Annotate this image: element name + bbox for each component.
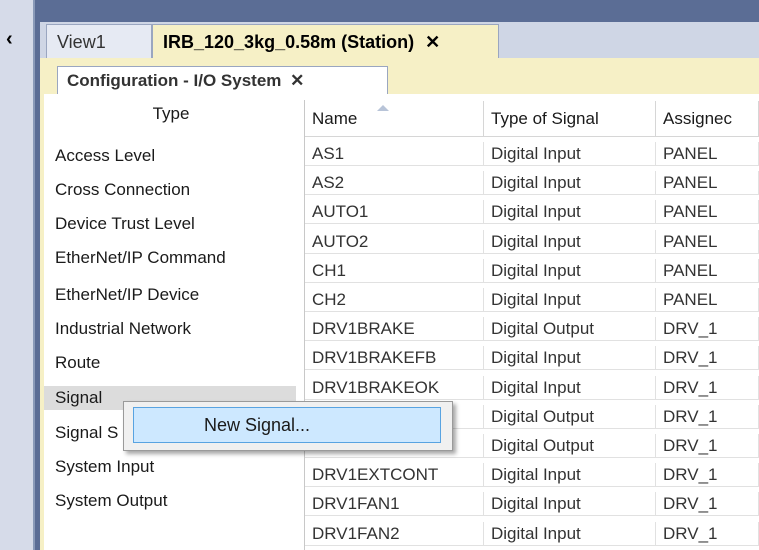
table-cell[interactable]: DRV_1	[656, 434, 759, 458]
tab-label: IRB_120_3kg_0.58m (Station)	[163, 32, 415, 52]
table-cell[interactable]: Digital Input	[484, 492, 656, 516]
table-cell[interactable]: AS1	[305, 142, 484, 166]
type-item[interactable]: System Input	[55, 456, 154, 478]
table-cell[interactable]: Digital Output	[484, 434, 656, 458]
table-cell[interactable]: Digital Input	[484, 171, 656, 195]
table-cell[interactable]: AUTO1	[305, 200, 484, 224]
table-cell[interactable]: DRV1BRAKEFB	[305, 346, 484, 370]
table-cell[interactable]: AUTO2	[305, 230, 484, 254]
close-icon[interactable]: ✕	[425, 32, 440, 52]
table-cell[interactable]: PANEL	[656, 200, 759, 224]
column-header[interactable]: Type of Signal	[484, 101, 656, 137]
type-item[interactable]: Device Trust Level	[55, 213, 195, 235]
table-cell[interactable]: Digital Input	[484, 142, 656, 166]
table-cell[interactable]: DRV_1	[656, 346, 759, 370]
type-item[interactable]: EtherNet/IP Device	[55, 284, 199, 306]
table-cell[interactable]: Digital Input	[484, 230, 656, 254]
table-cell[interactable]: Digital Input	[484, 463, 656, 487]
table-cell[interactable]: Digital Input	[484, 288, 656, 312]
tab-label: Configuration - I/O System	[67, 71, 282, 90]
tab-label: View1	[57, 32, 106, 52]
type-item[interactable]: System Output	[55, 490, 167, 512]
table-cell[interactable]: CH1	[305, 259, 484, 283]
table-cell[interactable]: DRV1BRAKE	[305, 317, 484, 341]
table-cell[interactable]: Digital Input	[484, 376, 656, 400]
table-cell[interactable]: DRV1EXTCONT	[305, 463, 484, 487]
table-cell[interactable]: CH2	[305, 288, 484, 312]
table-cell[interactable]: DRV_1	[656, 492, 759, 516]
table-cell[interactable]: DRV_1	[656, 463, 759, 487]
tab-configuration-io[interactable]: Configuration - I/O System ✕	[57, 66, 388, 94]
table-cell[interactable]: Digital Input	[484, 522, 656, 546]
table-cell[interactable]: DRV1BRAKEOK	[305, 376, 484, 400]
close-icon[interactable]: ✕	[290, 71, 304, 90]
table-cell[interactable]: PANEL	[656, 288, 759, 312]
table-cell[interactable]: Digital Input	[484, 346, 656, 370]
table-cell[interactable]: DRV_1	[656, 376, 759, 400]
sort-ascending-icon	[377, 105, 389, 111]
type-item[interactable]: Route	[55, 352, 100, 374]
side-panel-strip: ‹	[0, 0, 33, 550]
table-cell[interactable]: Digital Input	[484, 259, 656, 283]
table-cell[interactable]: DRV_1	[656, 405, 759, 429]
chevron-left-icon[interactable]: ‹	[6, 28, 13, 51]
type-item[interactable]: Signal S	[55, 422, 118, 444]
context-menu: New Signal...	[123, 401, 453, 451]
table-cell[interactable]: AS2	[305, 171, 484, 195]
column-header[interactable]: Assignec	[656, 101, 759, 137]
table-cell[interactable]: PANEL	[656, 142, 759, 166]
column-header[interactable]: Name	[305, 101, 484, 137]
table-cell[interactable]: DRV_1	[656, 317, 759, 341]
table-cell[interactable]: Digital Output	[484, 317, 656, 341]
menu-item-new-signal[interactable]: New Signal...	[133, 407, 441, 443]
type-item[interactable]: Industrial Network	[55, 318, 191, 340]
tab-station[interactable]: IRB_120_3kg_0.58m (Station) ✕	[152, 24, 499, 58]
menu-item-label: New Signal...	[204, 415, 311, 435]
table-cell[interactable]: DRV_1	[656, 522, 759, 546]
type-list-header: Type	[152, 104, 190, 123]
tab-view1[interactable]: View1	[46, 24, 152, 58]
table-cell[interactable]: PANEL	[656, 171, 759, 195]
type-item[interactable]: Cross Connection	[55, 179, 190, 201]
type-item[interactable]: EtherNet/IP Command	[55, 247, 226, 269]
table-cell[interactable]: DRV1FAN1	[305, 492, 484, 516]
type-item[interactable]: Access Level	[55, 145, 155, 167]
table-cell[interactable]: PANEL	[656, 259, 759, 283]
table-cell[interactable]: Digital Input	[484, 200, 656, 224]
table-cell[interactable]: DRV1FAN2	[305, 522, 484, 546]
table-cell[interactable]: PANEL	[656, 230, 759, 254]
table-cell[interactable]: Digital Output	[484, 405, 656, 429]
